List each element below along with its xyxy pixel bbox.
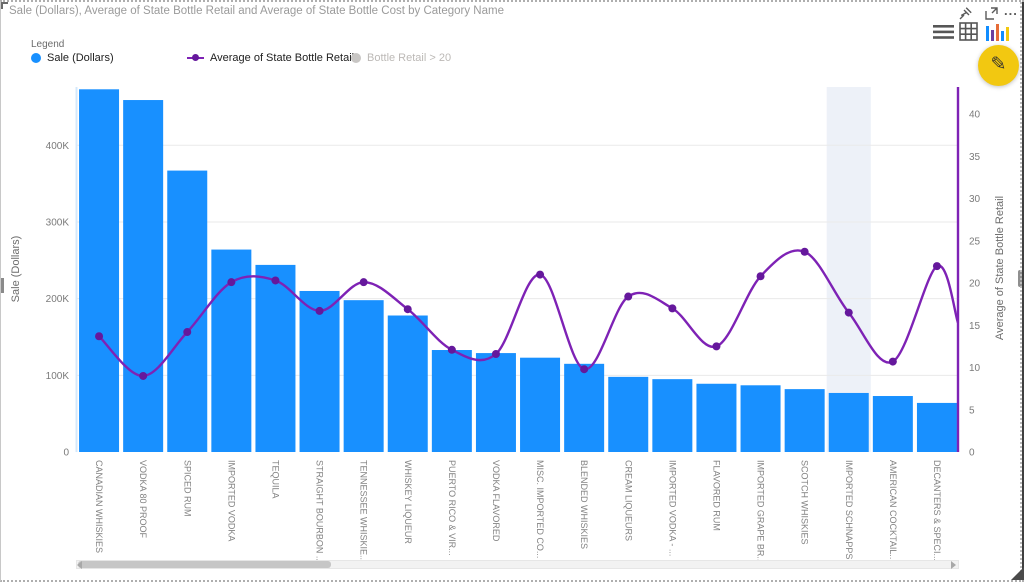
right-axis-tick: 0 (969, 448, 975, 459)
category-label: IMPORTED SCHNAPPS (844, 460, 854, 559)
line-marker-point[interactable] (801, 248, 809, 256)
line-marker-point[interactable] (845, 309, 853, 317)
line-marker-point[interactable] (316, 307, 324, 315)
bar-scotch-whiskies[interactable] (785, 389, 825, 452)
category-label: IMPORTED GRAPE BR... (756, 460, 766, 564)
line-marker-point[interactable] (227, 278, 235, 286)
category-label: VODKA FLAVORED (491, 460, 501, 542)
category-label: VODKA 80 PROOF (138, 460, 148, 539)
bar-american-cocktail[interactable] (873, 396, 913, 452)
right-axis-tick: 40 (969, 110, 981, 121)
line-marker-point[interactable] (183, 328, 191, 336)
left-axis-tick: 100K (46, 371, 70, 382)
line-marker-point[interactable] (933, 262, 941, 270)
line-marker-point[interactable] (360, 278, 368, 286)
bar-straight-bourbon[interactable] (300, 291, 340, 452)
line-marker-point[interactable] (580, 365, 588, 373)
category-label: WHISKEY LIQUEUR (403, 460, 413, 544)
right-axis-tick: 10 (969, 363, 981, 374)
category-label: FLAVORED RUM (711, 460, 721, 531)
line-marker-point[interactable] (492, 350, 500, 358)
right-axis-tick: 5 (969, 405, 975, 416)
category-label: STRAIGHT BOURBON ... (315, 460, 325, 563)
bar-imported-schnapps[interactable] (829, 393, 869, 452)
line-marker-point[interactable] (95, 332, 103, 340)
scroll-right-arrow[interactable] (951, 561, 956, 569)
line-marker-point[interactable] (624, 293, 632, 301)
line-marker-point[interactable] (712, 342, 720, 350)
category-label: DECANTERS & SPECI... (932, 460, 942, 561)
bar-tequila[interactable] (255, 265, 295, 452)
line-marker-point[interactable] (889, 358, 897, 366)
category-label: PUERTO RICO & VIR... (447, 460, 457, 556)
bar-tennessee-whiskie[interactable] (344, 300, 384, 452)
category-label: TENNESSEE WHISKIE... (359, 460, 369, 563)
right-axis-tick: 30 (969, 194, 981, 205)
bar-imported-grape-br[interactable] (741, 385, 781, 452)
combo-chart-canvas: 0100K200K300K400K0510152025303540Sale (D… (1, 2, 1024, 582)
left-axis-tick: 300K (46, 217, 70, 228)
right-axis-tick: 15 (969, 321, 981, 332)
category-label: IMPORTED VODKA (226, 460, 236, 541)
bar-blended-whiskies[interactable] (564, 364, 604, 452)
line-marker-point[interactable] (404, 305, 412, 313)
category-label: CANADIAN WHISKIES (94, 460, 104, 553)
line-marker-point[interactable] (757, 272, 765, 280)
category-label: MISC. IMPORTED CO... (535, 460, 545, 558)
bar-whiskey-liqueur[interactable] (388, 316, 428, 452)
bar-puerto-rico-vir[interactable] (432, 350, 472, 452)
category-label: TEQUILA (270, 460, 280, 499)
right-axis-tick: 20 (969, 279, 981, 290)
powerbi-visual-container: Sale (Dollars), Average of State Bottle … (0, 0, 1024, 582)
horizontal-scrollbar-thumb[interactable] (78, 561, 331, 568)
line-marker-point[interactable] (139, 372, 147, 380)
line-marker-point[interactable] (668, 304, 676, 312)
bar-flavored-rum[interactable] (696, 384, 736, 452)
line-marker-point[interactable] (271, 276, 279, 284)
bar-decanters-speci[interactable] (917, 403, 957, 452)
left-axis-tick: 400K (46, 141, 70, 152)
category-label: BLENDED WHISKIES (579, 460, 589, 549)
category-label: SCOTCH WHISKIES (800, 460, 810, 545)
category-label: CREAM LIQUEURS (623, 460, 633, 541)
line-marker-point[interactable] (536, 271, 544, 279)
right-axis-tick: 25 (969, 236, 981, 247)
category-label: SPICED RUM (182, 460, 192, 517)
bar-vodka-80-proof[interactable] (123, 100, 163, 452)
line-marker-point[interactable] (448, 346, 456, 354)
bar-imported-vodka[interactable] (652, 379, 692, 452)
left-axis-tick: 0 (63, 448, 69, 459)
bar-misc-imported-co[interactable] (520, 358, 560, 452)
right-axis-title: Average of State Bottle Retail (994, 196, 1006, 340)
left-axis-tick: 200K (46, 294, 70, 305)
left-axis-title: Sale (Dollars) (10, 236, 22, 303)
right-axis-tick: 35 (969, 152, 981, 163)
bar-cream-liqueurs[interactable] (608, 377, 648, 452)
category-label: IMPORTED VODKA - ... (667, 460, 677, 556)
bar-vodka-flavored[interactable] (476, 353, 516, 452)
resize-corner-handle[interactable] (1011, 567, 1024, 580)
resize-left-handle[interactable] (1, 278, 4, 293)
scroll-left-arrow[interactable] (77, 561, 82, 569)
category-label: AMERICAN COCKTAIL... (888, 460, 898, 562)
bar-spiced-rum[interactable] (167, 171, 207, 452)
bar-canadian-whiskies[interactable] (79, 89, 119, 452)
